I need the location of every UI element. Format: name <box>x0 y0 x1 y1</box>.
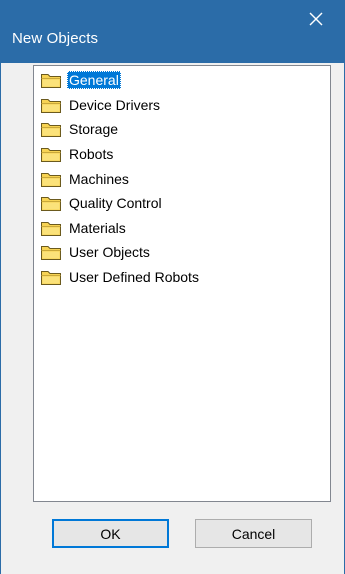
tree-item[interactable]: User Objects <box>40 240 201 265</box>
tree-item-label: User Objects <box>69 244 150 261</box>
ok-button-label: OK <box>100 525 121 542</box>
folder-icon <box>40 145 62 163</box>
object-category-tree[interactable]: General Device Drivers Storage Robots Machin… <box>33 65 331 502</box>
tree-item-label: Materials <box>69 219 126 236</box>
tree-item[interactable]: Machines <box>40 166 201 191</box>
folder-icon <box>40 120 62 138</box>
cancel-button-label: Cancel <box>231 525 276 542</box>
tree-item-label: User Defined Robots <box>69 269 199 286</box>
cancel-button[interactable]: Cancel <box>195 519 312 548</box>
tree-item-label: Quality Control <box>69 195 162 212</box>
tree-item[interactable]: User Defined Robots <box>40 265 201 290</box>
tree-item-label: Device Drivers <box>69 96 161 113</box>
tree-item-label: Machines <box>69 170 129 187</box>
folder-icon <box>40 243 62 261</box>
folder-icon <box>40 71 62 89</box>
folder-icon <box>40 96 62 114</box>
tree-item-label: Storage <box>69 121 119 138</box>
folder-icon <box>40 194 62 212</box>
window-title: New Objects <box>12 30 99 47</box>
folder-icon <box>40 170 62 188</box>
folder-icon <box>40 219 62 237</box>
folder-icon <box>40 268 62 286</box>
tree-list: General Device Drivers Storage Robots Machin… <box>40 68 201 289</box>
tree-item[interactable]: Quality Control <box>40 191 201 216</box>
close-icon <box>305 8 327 30</box>
tree-item[interactable]: Materials <box>40 216 201 241</box>
title-bar[interactable]: New Objects <box>0 0 345 63</box>
tree-item-label: General <box>67 71 121 90</box>
tree-item-label: Robots <box>69 146 114 163</box>
new-objects-dialog: New Objects General Device Drivers Storage… <box>0 0 345 574</box>
tree-item[interactable]: Robots <box>40 142 201 167</box>
close-button[interactable] <box>305 8 327 30</box>
ok-button[interactable]: OK <box>52 519 169 548</box>
tree-item[interactable]: General <box>40 68 201 93</box>
tree-item[interactable]: Device Drivers <box>40 93 201 118</box>
tree-item[interactable]: Storage <box>40 117 201 142</box>
